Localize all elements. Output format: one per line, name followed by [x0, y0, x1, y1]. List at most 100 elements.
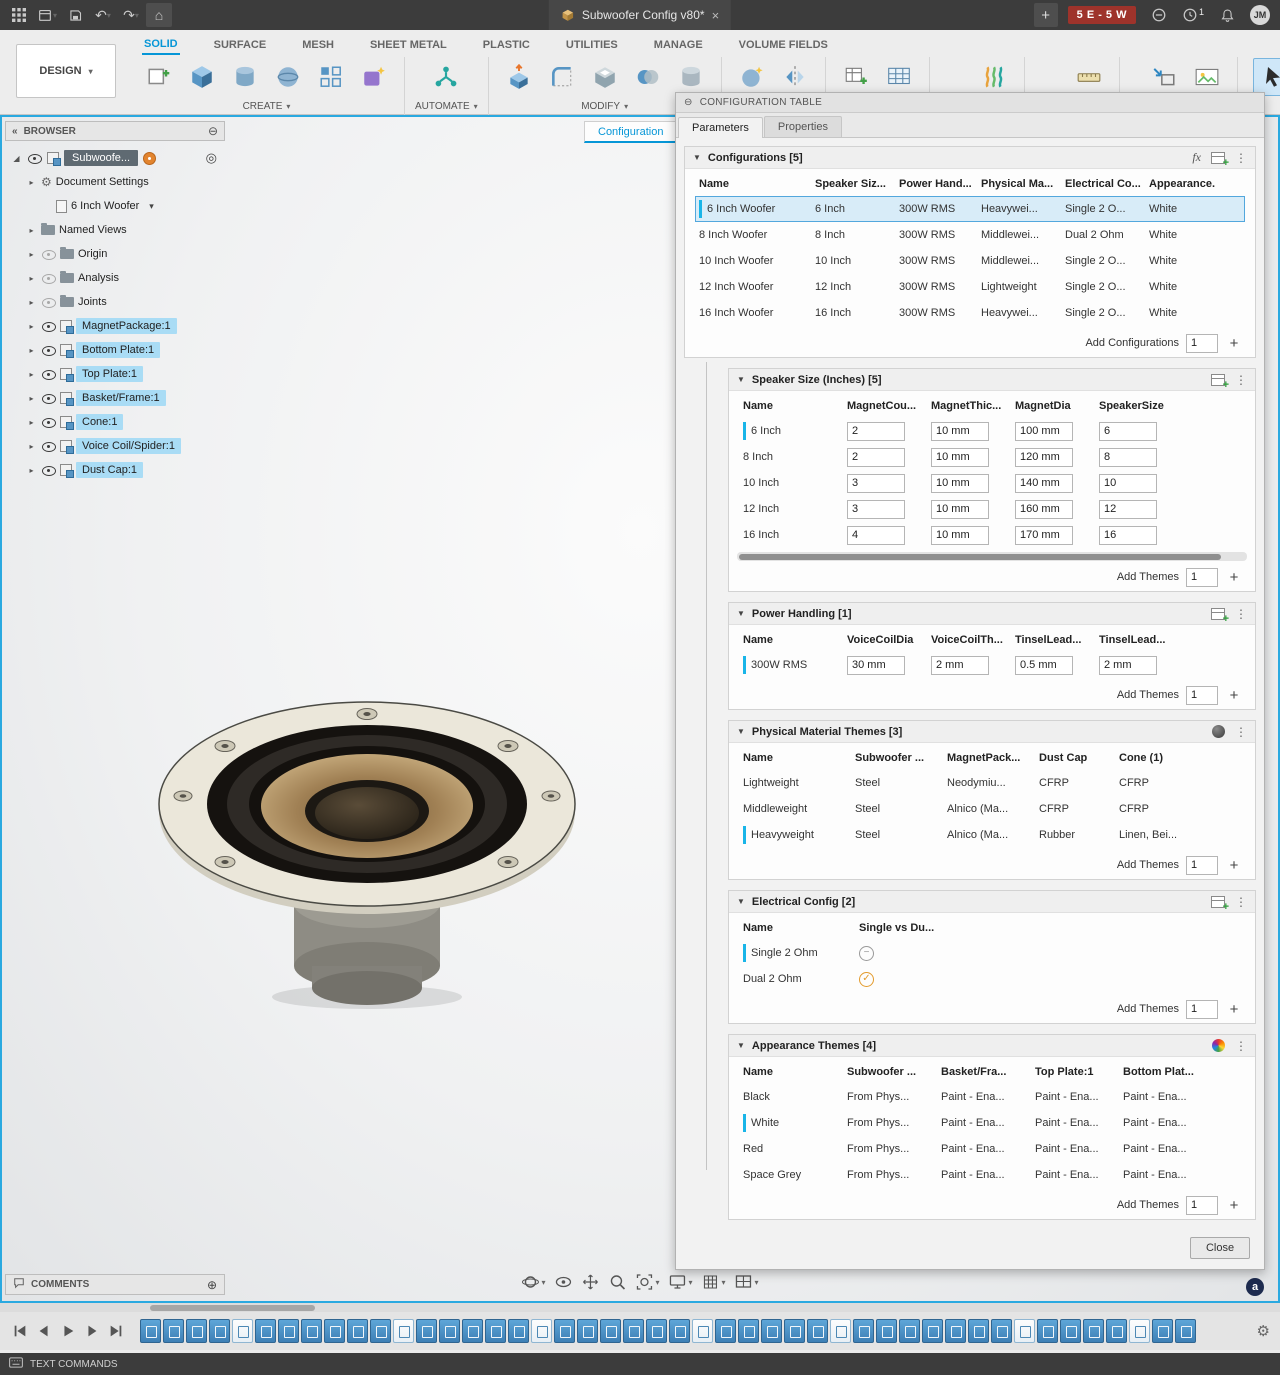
create-sphere-icon[interactable] [268, 58, 308, 96]
add-column-icon[interactable]: + [1211, 607, 1229, 624]
table-row[interactable]: Middleweight Steel Alnico (Ma... CFRP CFRP [739, 796, 1245, 822]
timeline-feature-icon[interactable] [1129, 1319, 1150, 1343]
bell-icon[interactable] [1214, 3, 1240, 27]
table-cell[interactable] [843, 525, 927, 545]
ribbon-tab-solid[interactable]: SOLID [142, 34, 180, 55]
browser-item[interactable]: ▸ Voice Coil/Spider:1 [5, 434, 225, 458]
timeline-feature-icon[interactable] [761, 1319, 782, 1343]
cell-input[interactable] [1015, 421, 1073, 441]
timeline-feature-icon[interactable] [393, 1319, 414, 1343]
cell-input[interactable] [1015, 447, 1073, 467]
column-header[interactable]: Electrical Co... [1061, 178, 1145, 190]
collapse-panel-icon[interactable]: « [12, 126, 18, 137]
cell-input[interactable] [931, 499, 989, 519]
browser-root-item[interactable]: ◢ Subwoofe... ◎ [5, 146, 225, 170]
add-column-icon[interactable]: + [1211, 373, 1229, 390]
table-cell[interactable] [927, 447, 1011, 467]
column-header[interactable]: Name [739, 1066, 843, 1078]
table-row[interactable]: Black From Phys... Paint - Ena... Paint - E… [739, 1084, 1245, 1110]
table-cell[interactable] [927, 473, 1011, 493]
table-cell[interactable]: ✓ [855, 971, 985, 987]
browser-item[interactable]: ▸ Top Plate:1 [5, 362, 225, 386]
cell-input[interactable] [847, 499, 905, 519]
expander-icon[interactable]: ▸ [26, 322, 37, 331]
add-button[interactable]: + [1225, 1000, 1243, 1018]
table-row[interactable]: Single 2 Ohm − [739, 940, 1245, 966]
create-sketch-icon[interactable] [139, 58, 179, 96]
cell-input[interactable] [931, 525, 989, 545]
timeline-feature-icon[interactable] [508, 1319, 529, 1343]
cell-input[interactable] [847, 655, 905, 675]
sculpt-sphere-icon[interactable] [732, 58, 772, 96]
activate-component-icon[interactable]: ◎ [206, 150, 217, 166]
add-button[interactable]: + [1225, 686, 1243, 704]
material-sphere-icon[interactable] [1212, 725, 1225, 738]
column-header[interactable]: TinselLead... [1011, 634, 1095, 646]
timeline-feature-icon[interactable] [1152, 1319, 1173, 1343]
look-at-icon[interactable] [554, 1273, 572, 1291]
timeline-feature-icon[interactable] [255, 1319, 276, 1343]
table-row[interactable]: 12 Inch [739, 496, 1245, 522]
cell-input[interactable] [847, 421, 905, 441]
modify-group-label[interactable]: MODIFY ▾ [581, 101, 628, 112]
home-icon[interactable]: ⌂ [146, 3, 172, 27]
fx-icon[interactable]: fx [1192, 150, 1201, 165]
column-header[interactable]: Power Hand... [895, 178, 977, 190]
add-count-input[interactable] [1186, 567, 1218, 587]
expander-icon[interactable]: ▸ [26, 250, 37, 259]
add-button[interactable]: + [1225, 856, 1243, 874]
cell-input[interactable] [931, 655, 989, 675]
warning-badge-icon[interactable] [143, 151, 157, 165]
section-header[interactable]: ▼ Power Handling [1] + ⋮ [729, 603, 1255, 625]
table-cell[interactable] [843, 447, 927, 467]
minus-circle-icon[interactable]: − [859, 945, 874, 961]
visibility-eye-icon[interactable] [41, 295, 56, 309]
add-column-icon[interactable]: + [1211, 151, 1229, 168]
overflow-menu-icon[interactable]: ⋮ [1235, 607, 1247, 621]
section-header[interactable]: ▼ Electrical Config [2] + ⋮ [729, 891, 1255, 913]
table-row[interactable]: 10 Inch Woofer 10 Inch 300W RMS Middlewei..… [695, 248, 1245, 274]
table-cell[interactable] [1095, 447, 1175, 467]
table-cell[interactable] [927, 525, 1011, 545]
timeline-feature-icon[interactable] [991, 1319, 1012, 1343]
cell-input[interactable] [1015, 525, 1073, 545]
table-cell[interactable] [843, 473, 927, 493]
column-header[interactable]: Name [739, 400, 843, 412]
offset-face-icon[interactable] [671, 58, 711, 96]
visibility-eye-icon[interactable] [41, 367, 56, 381]
add-column-icon[interactable]: + [1211, 895, 1229, 912]
app-grid-icon[interactable] [6, 3, 32, 27]
column-header[interactable]: Physical Ma... [977, 178, 1061, 190]
play-icon[interactable] [58, 1321, 78, 1341]
canvas-image-icon[interactable] [1187, 58, 1227, 96]
table-row[interactable]: 8 Inch Woofer 8 Inch 300W RMS Middlewei... D… [695, 222, 1245, 248]
display-settings-icon[interactable]: ▾ [668, 1273, 693, 1291]
cell-input[interactable] [1015, 655, 1073, 675]
table-row[interactable]: 16 Inch Woofer 16 Inch 300W RMS Heavywei...… [695, 300, 1245, 326]
collapse-triangle-icon[interactable]: ▼ [693, 153, 701, 162]
timeline-feature-icon[interactable] [1060, 1319, 1081, 1343]
overflow-menu-icon[interactable]: ⋮ [1235, 895, 1247, 909]
section-header[interactable]: ▼ Appearance Themes [4] ⋮ [729, 1035, 1255, 1057]
orbit-icon[interactable]: ▾ [521, 1273, 545, 1291]
table-cell[interactable] [1011, 447, 1095, 467]
collapse-triangle-icon[interactable]: ▼ [737, 609, 745, 618]
column-header[interactable]: Single vs Du... [855, 922, 985, 934]
visibility-eye-icon[interactable] [41, 247, 56, 261]
table-cell[interactable] [1095, 473, 1175, 493]
table-cell[interactable] [1095, 421, 1175, 441]
document-tab[interactable]: Subwoofer Config v80* × [548, 0, 732, 30]
column-header[interactable]: Name [695, 178, 811, 190]
browser-item[interactable]: ▸ MagnetPackage:1 [5, 314, 225, 338]
step-back-icon[interactable] [34, 1321, 54, 1341]
table-cell[interactable] [1011, 655, 1095, 675]
collapse-triangle-icon[interactable]: ▼ [737, 1041, 745, 1050]
viewports-icon[interactable]: ▾ [735, 1273, 759, 1291]
section-header[interactable]: ▼ Configurations [5] fx + ⋮ [685, 147, 1255, 169]
ribbon-tab-surface[interactable]: SURFACE [212, 35, 269, 54]
column-header[interactable]: Top Plate:1 [1031, 1066, 1119, 1078]
cell-input[interactable] [1099, 525, 1157, 545]
step-forward-icon[interactable] [82, 1321, 102, 1341]
timeline-feature-icon[interactable] [738, 1319, 759, 1343]
timeline-feature-icon[interactable] [370, 1319, 391, 1343]
